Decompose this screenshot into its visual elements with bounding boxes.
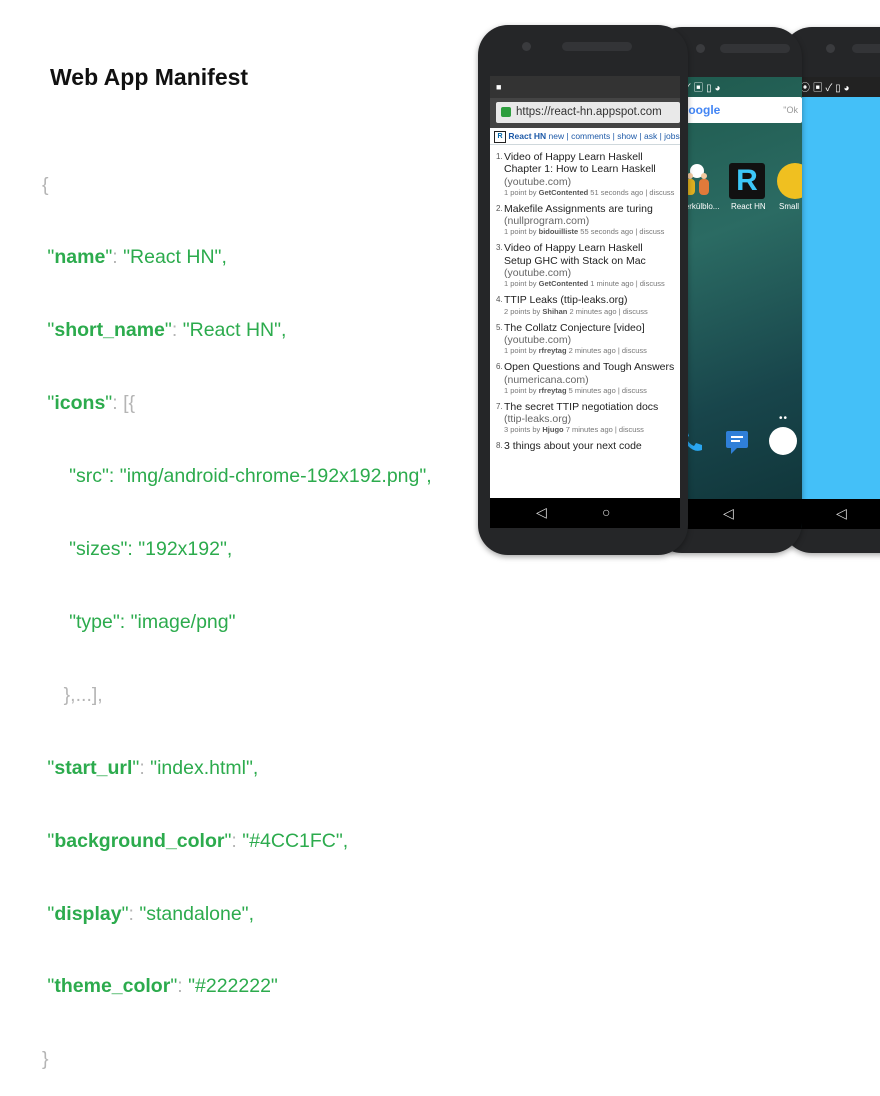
- code-open-brace: {: [42, 173, 49, 196]
- app-label-react-hn: React HN: [731, 202, 766, 211]
- camera: [522, 42, 531, 51]
- code-line-src: "src": "img/android-chrome-192x192.png",: [69, 465, 432, 488]
- status-bar: ■: [490, 76, 680, 98]
- story-author[interactable]: GetContented: [539, 188, 589, 197]
- story-number: 5.: [496, 322, 503, 332]
- story-meta: 1 point by bidouilliste 55 seconds ago |…: [504, 227, 665, 237]
- code-close-brace: }: [42, 1048, 49, 1071]
- story-meta: 1 point by rfreytag 5 minutes ago | disc…: [504, 385, 647, 395]
- story-author[interactable]: Hjugo: [542, 425, 563, 434]
- speaker: [720, 44, 790, 53]
- status-bar: ⦿ ▣ ✓ ▯ ◕: [792, 77, 880, 97]
- story-number: 3.: [496, 243, 503, 253]
- code-line-icons: "icons": [{: [47, 392, 136, 415]
- story-author[interactable]: rfreytag: [539, 386, 567, 395]
- story-author[interactable]: bidouilliste: [539, 227, 579, 236]
- app-label-small: Small: [779, 202, 800, 211]
- story-host: (youtube.com): [504, 267, 572, 280]
- story-title[interactable]: The secret TTIP negotiation docs: [504, 401, 680, 413]
- nav-bar: ◁: [792, 499, 880, 529]
- story-meta: 1 point by GetContented 51 seconds ago |…: [504, 187, 675, 197]
- story-host: (youtube.com): [504, 333, 572, 346]
- story-number: 2.: [496, 203, 503, 213]
- code-line-display: "display": "standalone",: [47, 902, 255, 925]
- story-item[interactable]: 4. TTIP Leaks (ttip-leaks.org) 2 points by…: [496, 294, 680, 316]
- video-icon: ■: [496, 82, 502, 92]
- code-line-start-url: "start_url": "index.html",: [47, 756, 259, 779]
- story-title-line2[interactable]: Setup GHC with Stack on Mac: [504, 255, 680, 267]
- manifest-code: { "name": "React HN", "short_name": "Rea…: [42, 124, 432, 1096]
- react-hn-app-icon[interactable]: R: [729, 163, 765, 199]
- story-host: (ttip-leaks.org): [504, 413, 572, 426]
- address-field[interactable]: https://react-hn.appspot.com: [496, 102, 680, 123]
- story-title[interactable]: The Collatz Conjecture [video]: [504, 322, 680, 334]
- story-meta: 3 points by Hjugo 7 minutes ago | discus…: [504, 425, 644, 435]
- nav-bar: ◁ ○: [490, 498, 680, 528]
- hn-header: R React HN new | comments | show | ask |…: [490, 128, 680, 145]
- code-line-sizes: "sizes": "192x192",: [69, 538, 233, 561]
- story-title[interactable]: 3 things about your next code: [504, 440, 680, 452]
- story-title[interactable]: Makefile Assignments are turing: [504, 203, 680, 215]
- code-line-short-name: "short_name": "React HN",: [47, 319, 287, 342]
- lock-icon: [501, 107, 511, 117]
- story-title[interactable]: Video of Happy Learn Haskell: [504, 151, 680, 163]
- story-host: (nullprogram.com): [504, 215, 590, 228]
- story-title[interactable]: TTIP Leaks (ttip-leaks.org): [504, 294, 680, 306]
- code-line-icons-close: },...],: [63, 683, 103, 706]
- story-title-line2[interactable]: Chapter 1: How to Learn Haskell: [504, 163, 680, 175]
- phone-browser: ■ https://react-hn.appspot.com R React H…: [478, 25, 688, 555]
- speaker: [852, 44, 880, 53]
- hn-logo: R: [494, 130, 506, 143]
- code-line-name: "name": "React HN",: [47, 246, 227, 269]
- splash-screen: ⦿ ▣ ✓ ▯ ◕ ◁: [792, 77, 880, 529]
- browser-screen: ■ https://react-hn.appspot.com R React H…: [490, 76, 680, 528]
- story-title[interactable]: Open Questions and Tough Answers: [504, 361, 680, 373]
- story-list: 1. Video of Happy Learn Haskell Chapter 1:…: [490, 145, 680, 453]
- google-search-bar[interactable]: Google "Ok: [671, 97, 802, 123]
- story-author[interactable]: GetContented: [539, 279, 589, 288]
- code-line-theme-color: "theme_color": "#222222": [47, 975, 278, 998]
- code-line-type: "type": "image/png": [69, 610, 236, 633]
- story-author[interactable]: rfreytag: [539, 346, 567, 355]
- story-item[interactable]: 6. Open Questions and Tough Answers (numer…: [496, 361, 680, 395]
- app-drawer-icon[interactable]: [769, 427, 797, 455]
- code-line-background-color: "background_color": "#4CC1FC",: [47, 829, 349, 852]
- story-item[interactable]: 7. The secret TTIP negotiation docs (ttip-…: [496, 401, 680, 435]
- ok-google-hint: "Ok: [783, 105, 798, 115]
- speaker: [562, 42, 632, 51]
- story-number: 4.: [496, 295, 503, 305]
- story-meta: 2 points by Shihan 2 minutes ago | discu…: [504, 306, 648, 316]
- story-number: 1.: [496, 152, 503, 161]
- home-button[interactable]: ○: [602, 504, 610, 520]
- camera: [696, 44, 705, 53]
- url-text: https://react-hn.appspot.com: [516, 106, 662, 118]
- story-title[interactable]: Video of Happy Learn Haskell: [504, 242, 680, 254]
- camera: [826, 44, 835, 53]
- story-meta: 1 point by GetContented 1 minute ago | d…: [504, 279, 665, 289]
- url-bar: https://react-hn.appspot.com: [490, 98, 680, 128]
- story-number: 6.: [496, 362, 503, 372]
- story-item[interactable]: 2. Makefile Assignments are turing (nullpr…: [496, 203, 680, 237]
- story-item[interactable]: 3. Video of Happy Learn Haskell Setup GHC …: [496, 242, 680, 289]
- page-indicator: ••: [779, 413, 789, 424]
- story-item[interactable]: 1. Video of Happy Learn Haskell Chapter 1:…: [496, 151, 680, 197]
- small-app-icon[interactable]: [777, 163, 802, 199]
- story-host: (youtube.com): [504, 175, 572, 188]
- messages-icon[interactable]: [723, 427, 751, 455]
- story-author[interactable]: Shihan: [542, 307, 567, 316]
- slide-title: Web App Manifest: [50, 64, 249, 90]
- story-item[interactable]: 8. 3 things about your next code: [496, 440, 680, 452]
- back-button[interactable]: ◁: [836, 505, 847, 522]
- story-number: 7.: [496, 401, 503, 411]
- story-host: (numericana.com): [504, 373, 589, 386]
- hn-nav-links[interactable]: new | comments | show | ask | jobs: [549, 131, 680, 141]
- hn-title[interactable]: React HN: [508, 131, 546, 141]
- story-item[interactable]: 5. The Collatz Conjecture [video] (youtube…: [496, 322, 680, 356]
- back-button[interactable]: ◁: [536, 504, 547, 521]
- story-meta: 1 point by rfreytag 2 minutes ago | disc…: [504, 346, 647, 356]
- story-number: 8.: [496, 441, 503, 451]
- back-button[interactable]: ◁: [723, 505, 734, 522]
